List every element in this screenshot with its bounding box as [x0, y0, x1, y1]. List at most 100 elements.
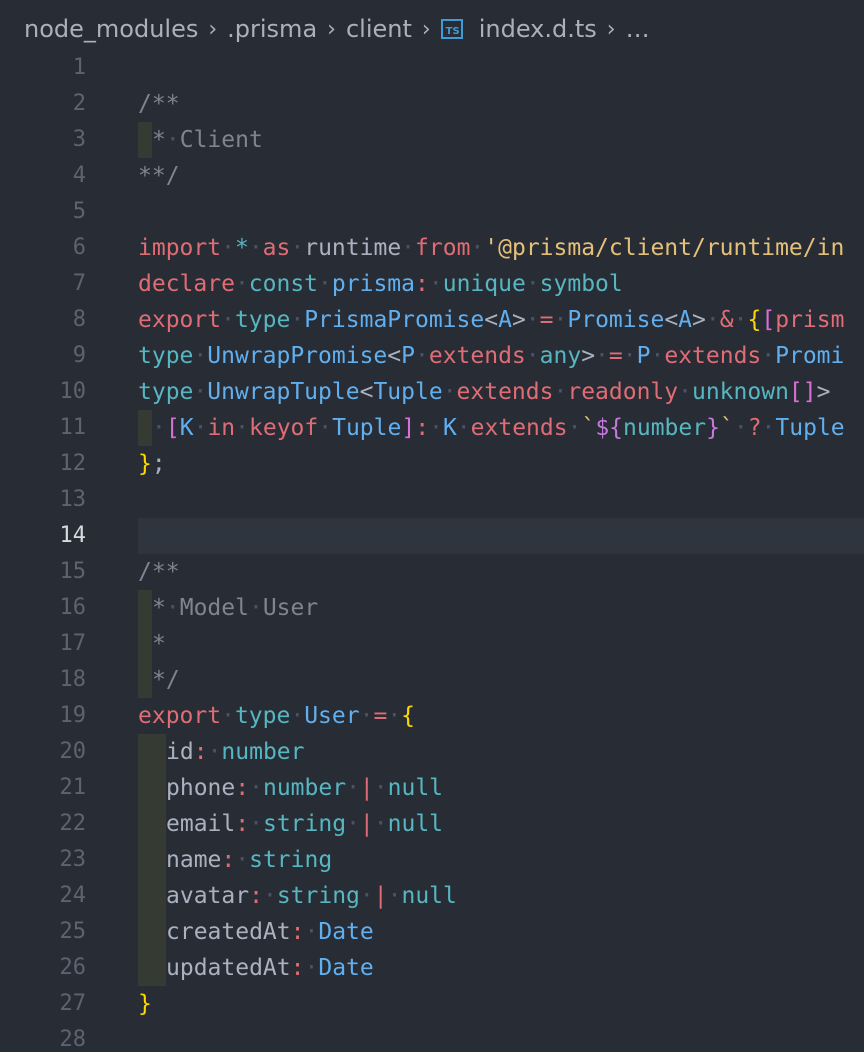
code-token: ·	[221, 703, 235, 729]
line-content: avatar:·string·|·null	[138, 878, 457, 914]
code-token: ·	[248, 235, 263, 261]
code-line[interactable]: 18 */	[0, 662, 864, 698]
indent-guide	[138, 626, 152, 662]
indent-guide	[138, 806, 166, 842]
code-token: extends	[470, 415, 568, 441]
code-line[interactable]: 16 *·Model·User	[0, 590, 864, 626]
code-token: >	[692, 307, 706, 333]
code-token: >	[511, 307, 526, 333]
code-token: null	[401, 883, 457, 909]
code-token: ·	[553, 379, 568, 405]
code-token: ·	[678, 379, 692, 405]
code-token: export	[138, 307, 222, 333]
code-token: *	[152, 595, 166, 621]
breadcrumb-item-client[interactable]: client	[346, 15, 412, 43]
code-token: ·	[262, 883, 277, 909]
code-token: |	[373, 883, 388, 909]
breadcrumb-item-prisma[interactable]: .prisma	[227, 15, 317, 43]
typescript-file-icon: TS	[440, 19, 463, 39]
code-token: *	[234, 235, 249, 261]
code-editor[interactable]: node_modules › .prisma › client › TS ind…	[0, 0, 864, 1052]
code-token: unique	[442, 271, 526, 297]
line-content: type·UnwrapPromise<P·extends·any>·=·P·ex…	[138, 338, 844, 374]
code-token: ·	[318, 271, 332, 297]
code-token: Date	[318, 955, 374, 981]
code-token: name	[166, 847, 222, 873]
line-number: 20	[59, 739, 87, 764]
line-content: phone:·number·|·null	[138, 770, 443, 806]
code-line[interactable]: 24 avatar:·string·|·null	[0, 878, 864, 914]
code-token: ·	[761, 343, 776, 369]
code-token: createdAt	[166, 919, 291, 945]
code-token: ·	[470, 235, 485, 261]
code-line[interactable]: 28	[0, 1022, 864, 1052]
code-token: export	[138, 703, 222, 729]
code-area[interactable]: 1 2/** 3 *·Client 4 **/5 6 import·*·as·runtime·…	[0, 50, 864, 1052]
code-token: ·	[346, 775, 360, 801]
code-token: *	[152, 127, 166, 153]
code-token: from	[415, 235, 471, 261]
code-line[interactable]: 21 phone:·number·|·null	[0, 770, 864, 806]
code-line[interactable]: 8 export·type·PrismaPromise<A>·=·Promise<…	[0, 302, 864, 338]
indent-guide	[138, 410, 152, 446]
indent-guide	[138, 914, 166, 950]
code-token: <	[359, 379, 374, 405]
code-line[interactable]: 26 updatedAt:·Date	[0, 950, 864, 986]
line-number: 18	[59, 667, 87, 692]
code-token: Promise	[567, 307, 665, 333]
indent-guide	[138, 842, 166, 878]
code-line[interactable]: 5	[0, 194, 864, 230]
code-line[interactable]: 27}	[0, 986, 864, 1022]
code-token: ·	[290, 703, 305, 729]
code-line[interactable]: 3 *·Client	[0, 122, 864, 158]
code-line[interactable]: 14	[0, 518, 864, 554]
code-line[interactable]: 1	[0, 50, 864, 86]
code-line[interactable]: 10 type·UnwrapTuple<Tuple·extends·readonl…	[0, 374, 864, 410]
code-token: :	[290, 955, 305, 981]
code-token: ·	[442, 379, 457, 405]
code-token: Date	[318, 919, 374, 945]
code-line[interactable]: 11 ·[K·in·keyof·Tuple]:·K·extends·`${numb…	[0, 410, 864, 446]
code-token: >	[581, 343, 596, 369]
code-token: as	[262, 235, 291, 261]
code-token: any	[539, 343, 582, 369]
code-line[interactable]: 19 export·type·User·=·{	[0, 698, 864, 734]
line-content: **/	[138, 158, 180, 194]
line-content: *·Client	[138, 122, 263, 158]
line-number: 21	[59, 775, 87, 800]
code-token: Promi	[775, 343, 845, 369]
code-line[interactable]: 4 **/	[0, 158, 864, 194]
line-content: id:·number	[138, 734, 305, 770]
code-token: readonly	[567, 379, 679, 405]
code-token: *	[152, 631, 166, 657]
code-token: PrismaPromise	[304, 307, 485, 333]
code-line[interactable]: 17 *	[0, 626, 864, 662]
code-token: :	[235, 811, 250, 837]
line-content: */	[138, 662, 180, 698]
breadcrumb-item-node-modules[interactable]: node_modules	[24, 15, 198, 43]
code-line[interactable]: 7 declare·const·prisma:·unique·symbol	[0, 266, 864, 302]
code-line[interactable]: 25 createdAt:·Date	[0, 914, 864, 950]
code-line[interactable]: 23 name:·string	[0, 842, 864, 878]
code-token: ·	[359, 883, 374, 909]
breadcrumb-item-file[interactable]: index.d.ts	[479, 15, 597, 43]
breadcrumb-more[interactable]: …	[626, 15, 650, 43]
code-token: Tuple	[332, 415, 402, 441]
code-line[interactable]: 15 /**	[0, 554, 864, 590]
code-token: email	[166, 811, 236, 837]
code-token: number	[623, 415, 707, 441]
code-token: P	[401, 343, 415, 369]
line-number: 7	[72, 271, 86, 296]
code-token: =	[608, 343, 623, 369]
code-token: type	[234, 307, 291, 333]
code-line[interactable]: 12};	[0, 446, 864, 482]
code-token: [	[761, 307, 776, 333]
code-line[interactable]: 2 /**	[0, 86, 864, 122]
code-line[interactable]: 20 id:·number	[0, 734, 864, 770]
code-line[interactable]: 22 email:·string·|·null	[0, 806, 864, 842]
code-line[interactable]: 9 type·UnwrapPromise<P·extends·any>·=·P·e…	[0, 338, 864, 374]
code-line[interactable]: 6 import·*·as·runtime·from·'@prisma/clien…	[0, 230, 864, 266]
code-token: =	[373, 703, 388, 729]
code-token: <	[664, 307, 679, 333]
code-line[interactable]: 13	[0, 482, 864, 518]
